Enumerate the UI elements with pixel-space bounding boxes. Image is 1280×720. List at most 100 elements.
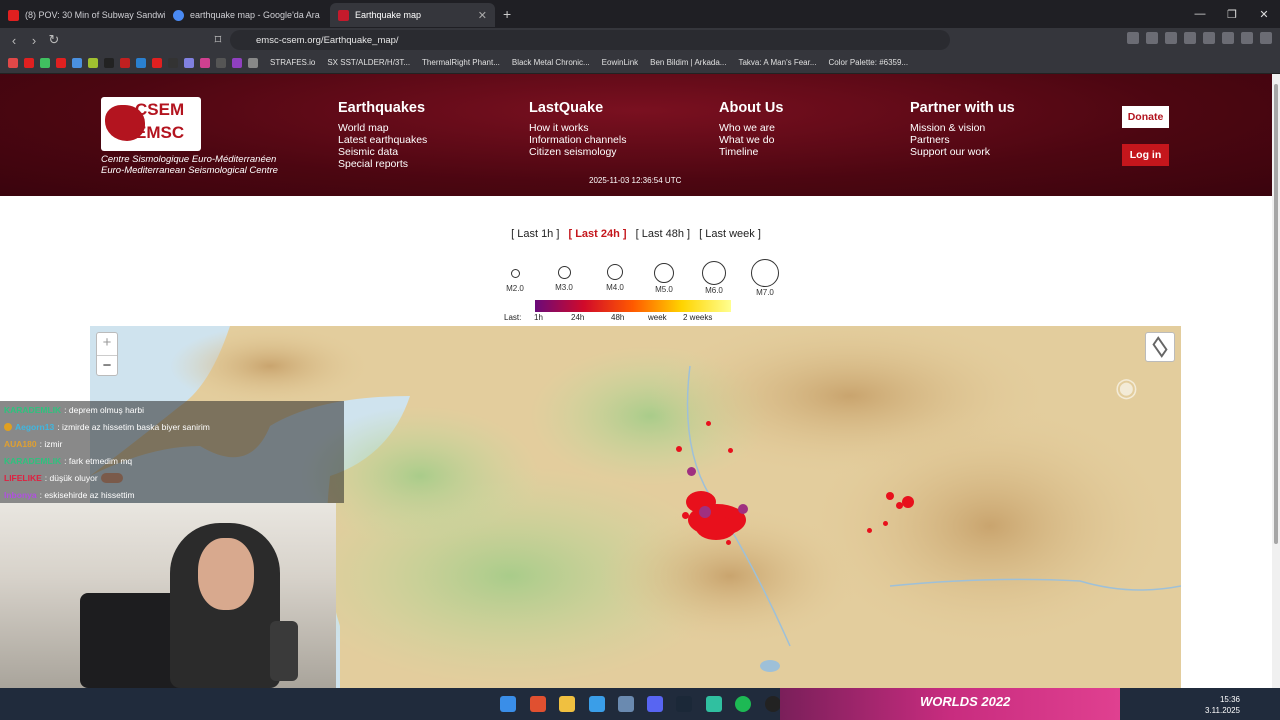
tab-google[interactable]: earthquake map - Google'da Ara xyxy=(165,3,330,27)
steam-icon[interactable] xyxy=(676,696,692,712)
brave-icon[interactable] xyxy=(530,696,546,712)
filter-last-1h[interactable]: [ Last 1h ] xyxy=(511,228,559,240)
forward-icon[interactable]: › xyxy=(24,33,44,48)
start-icon[interactable] xyxy=(500,696,516,712)
bookmark-favicon[interactable] xyxy=(88,57,98,68)
menu-link[interactable]: Special reports xyxy=(338,158,427,170)
menu-link[interactable]: Citizen seismology xyxy=(529,146,626,158)
tab-youtube[interactable]: (8) POV: 30 Min of Subway Sandwich xyxy=(0,3,165,27)
bookmark-item[interactable]: EowinLink xyxy=(602,58,638,67)
bookmark-item[interactable]: SX SST/ALDER/H/3T... xyxy=(327,58,410,67)
bookmark-favicon[interactable] xyxy=(136,57,146,68)
donate-button[interactable]: Donate xyxy=(1122,106,1169,128)
new-tab-button[interactable]: + xyxy=(495,6,519,22)
page-scrollbar[interactable] xyxy=(1272,74,1280,688)
bookmark-item[interactable]: STRAFES.io xyxy=(270,58,315,67)
bookmark-item[interactable]: Black Metal Chronic... xyxy=(512,58,590,67)
tab-earthquake-map[interactable]: Earthquake map ✕ xyxy=(330,3,495,27)
bookmark-favicon[interactable] xyxy=(24,57,34,68)
bookmark-icon[interactable]: ⌑ xyxy=(208,32,228,48)
menu-title[interactable]: Partner with us xyxy=(910,100,1015,116)
extension-icon[interactable] xyxy=(1165,32,1177,44)
menu-title[interactable]: About Us xyxy=(719,100,783,116)
filter-last-week[interactable]: [ Last week ] xyxy=(699,228,761,240)
earthquake-marker[interactable] xyxy=(896,502,903,509)
photos-icon[interactable] xyxy=(589,696,605,712)
extension-icon[interactable] xyxy=(1127,32,1139,44)
reload-icon[interactable]: ↻ xyxy=(44,32,64,48)
bookmark-item[interactable]: Takva: A Man's Fear... xyxy=(738,58,816,67)
bookmark-favicon[interactable] xyxy=(200,57,210,68)
menu-link[interactable]: Support our work xyxy=(910,146,1015,158)
earthquake-marker[interactable] xyxy=(867,528,872,533)
earthquake-marker[interactable] xyxy=(682,512,689,519)
menu-link[interactable]: How it works xyxy=(529,122,626,134)
discord-icon[interactable] xyxy=(647,696,663,712)
bookmark-favicon[interactable] xyxy=(184,57,194,68)
close-window-icon[interactable]: ✕ xyxy=(1248,8,1280,21)
menu-title[interactable]: LastQuake xyxy=(529,100,626,116)
menu-link[interactable]: Mission & vision xyxy=(910,122,1015,134)
filter-last-48h[interactable]: [ Last 48h ] xyxy=(636,228,690,240)
menu-icon[interactable] xyxy=(1260,32,1272,44)
app-icon[interactable] xyxy=(706,696,722,712)
bookmark-item[interactable]: ThermalRight Phant... xyxy=(422,58,500,67)
menu-link[interactable]: Latest earthquakes xyxy=(338,134,427,146)
address-bar[interactable]: emsc-csem.org/Earthquake_map/ xyxy=(230,30,950,50)
menu-link[interactable]: Who we are xyxy=(719,122,783,134)
earthquake-marker[interactable] xyxy=(696,516,736,540)
folder-icon[interactable] xyxy=(559,696,575,712)
restore-icon[interactable]: ❐ xyxy=(1216,8,1248,21)
settings-icon[interactable] xyxy=(618,696,634,712)
earthquake-marker[interactable] xyxy=(676,446,682,452)
bookmark-favicon[interactable] xyxy=(248,57,258,68)
chat-message: lnbonya : eskisehirde az hissettim xyxy=(0,486,344,503)
bookmark-item[interactable]: Color Palette: #6359... xyxy=(829,58,909,67)
close-icon[interactable]: ✕ xyxy=(478,9,487,22)
bookmark-favicon[interactable] xyxy=(8,57,18,68)
spotify-icon[interactable] xyxy=(735,696,751,712)
extension-icon[interactable] xyxy=(1146,32,1158,44)
earthquake-marker[interactable] xyxy=(886,492,894,500)
sidebar-icon[interactable] xyxy=(1222,32,1234,44)
wallet-icon[interactable] xyxy=(1241,32,1253,44)
system-clock[interactable]: 15:36 3.11.2025 xyxy=(1205,694,1240,716)
menu-title[interactable]: Earthquakes xyxy=(338,100,427,116)
earthquake-marker[interactable] xyxy=(738,504,748,514)
earthquake-marker[interactable] xyxy=(687,467,696,476)
menu-link[interactable]: Information channels xyxy=(529,134,626,146)
scrollbar-thumb[interactable] xyxy=(1274,84,1278,544)
earthquake-marker[interactable] xyxy=(706,421,711,426)
bookmark-favicon[interactable] xyxy=(72,57,82,68)
back-icon[interactable]: ‹ xyxy=(4,33,24,48)
earthquake-marker[interactable] xyxy=(726,540,731,545)
zoom-in-button[interactable]: + xyxy=(97,333,117,355)
login-button[interactable]: Log in xyxy=(1122,144,1169,166)
menu-link[interactable]: Timeline xyxy=(719,146,783,158)
layers-button[interactable] xyxy=(1145,332,1175,362)
music-icon[interactable] xyxy=(1203,32,1215,44)
menu-link[interactable]: What we do xyxy=(719,134,783,146)
earthquake-marker[interactable] xyxy=(699,506,711,518)
minimize-icon[interactable]: — xyxy=(1184,8,1216,20)
obs-icon[interactable] xyxy=(765,696,781,712)
bookmark-item[interactable]: Ben Bildim | Arkada... xyxy=(650,58,726,67)
earthquake-marker[interactable] xyxy=(902,496,914,508)
bookmark-favicon[interactable] xyxy=(232,57,242,68)
bookmark-favicon[interactable] xyxy=(40,57,50,68)
bookmark-favicon[interactable] xyxy=(120,57,130,68)
bookmark-favicon[interactable] xyxy=(152,57,162,68)
earthquake-marker[interactable] xyxy=(728,448,733,453)
earthquake-marker[interactable] xyxy=(883,521,888,526)
menu-link[interactable]: Seismic data xyxy=(338,146,427,158)
bookmark-favicon[interactable] xyxy=(216,57,226,68)
extension-icon[interactable] xyxy=(1184,32,1196,44)
filter-last-24h[interactable]: [ Last 24h ] xyxy=(568,228,626,240)
menu-link[interactable]: World map xyxy=(338,122,427,134)
bookmark-favicon[interactable] xyxy=(168,57,178,68)
bookmark-favicon[interactable] xyxy=(56,57,66,68)
zoom-out-button[interactable]: − xyxy=(97,355,117,377)
menu-link[interactable]: Partners xyxy=(910,134,1015,146)
bookmark-favicon[interactable] xyxy=(104,57,114,68)
emsc-logo[interactable]: CSEM EMSC xyxy=(101,97,201,151)
